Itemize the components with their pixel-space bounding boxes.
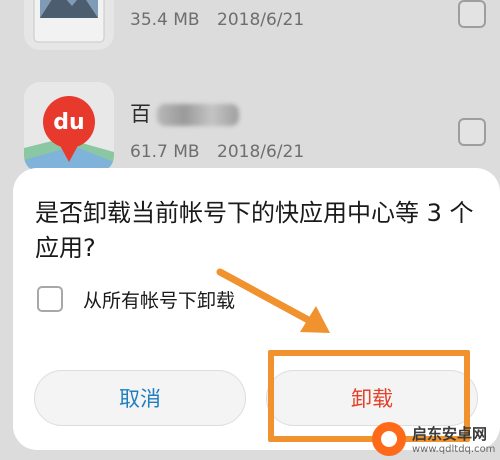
watermark: 启东安卓网 www.qdltdq.com bbox=[372, 418, 500, 460]
watermark-name: 启东安卓网 bbox=[412, 425, 488, 443]
watermark-logo-icon bbox=[372, 422, 406, 456]
watermark-text: 启东安卓网 www.qdltdq.com bbox=[412, 423, 495, 455]
watermark-url: www.qdltdq.com bbox=[412, 444, 496, 455]
